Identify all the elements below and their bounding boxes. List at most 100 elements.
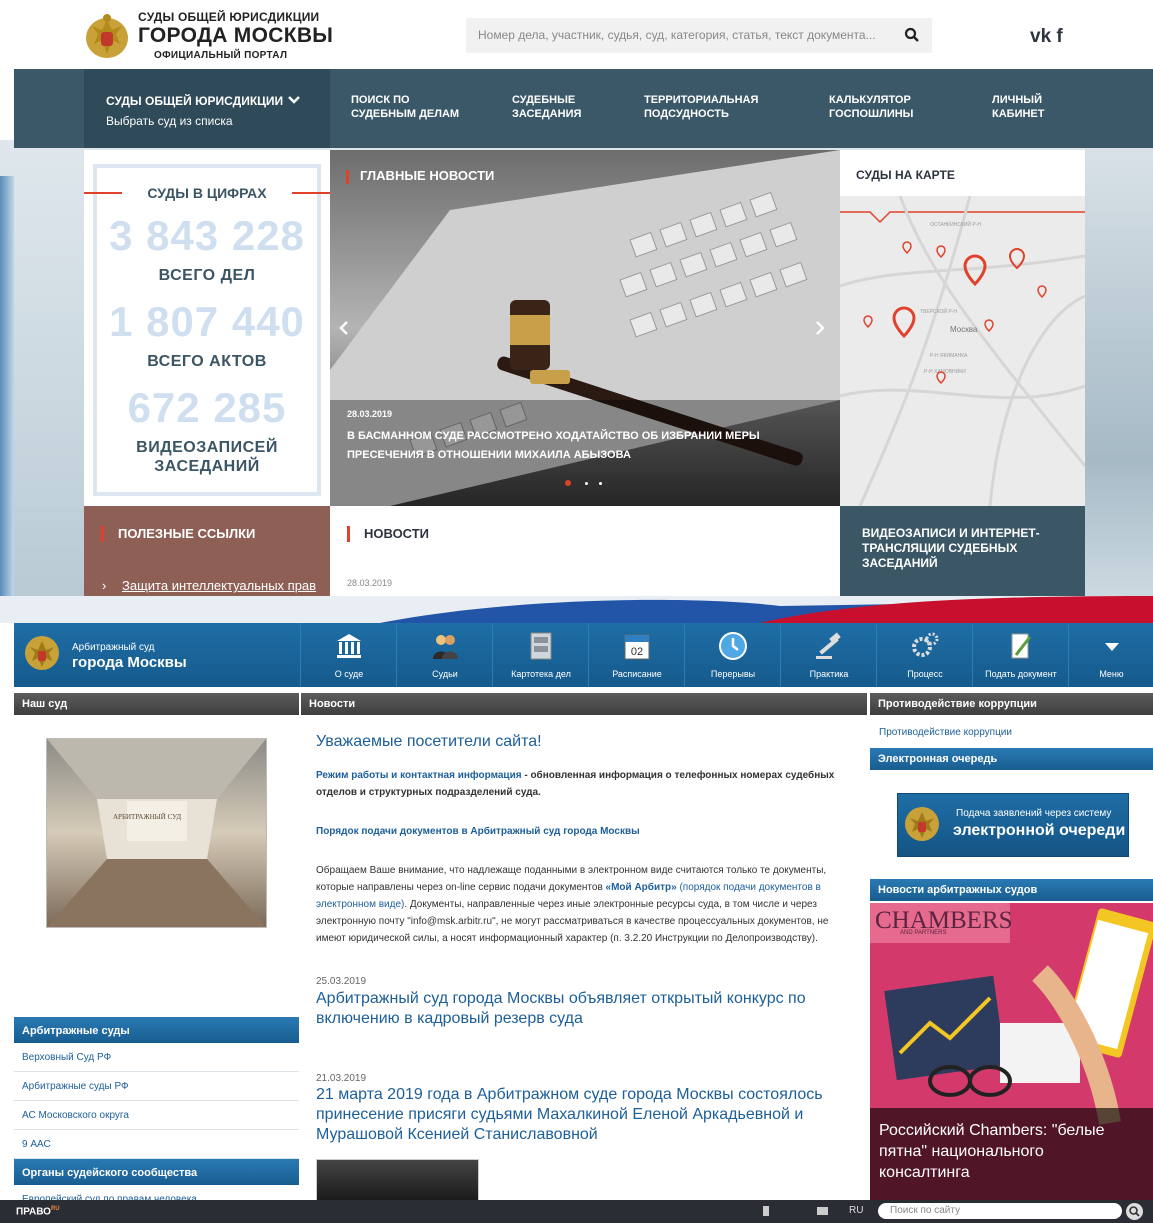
chevron-right-icon[interactable] <box>814 320 826 336</box>
chambers-promo[interactable]: CHAMBERS AND PARTNERS Российский Chamber… <box>870 903 1153 1200</box>
nav-label: КАБИНЕТ <box>992 108 1045 120</box>
mail-icon[interactable] <box>817 1207 828 1215</box>
link-supreme-court[interactable]: Верховный Суд РФ <box>22 1052 111 1063</box>
anticorruption-header: Противодействие коррупции <box>870 693 1153 715</box>
stats-video-label-1: ВИДЕОЗАПИСЕЙ <box>136 439 278 456</box>
slider-dot-active[interactable] <box>565 480 571 486</box>
nav-practice[interactable]: Практика <box>780 623 876 687</box>
language-switch[interactable]: RU <box>849 1205 863 1216</box>
link-e-filing-order-cont[interactable]: электронном виде) <box>316 899 404 910</box>
calendar-icon: 02 <box>622 631 652 661</box>
court-building-icon <box>334 631 364 661</box>
mobile-icon[interactable] <box>763 1206 769 1216</box>
caption-line: пятна" национального <box>879 1143 1044 1160</box>
arb-logo-big[interactable]: города Москвы <box>72 654 187 671</box>
news-block: НОВОСТИ 28.03.2019 <box>330 506 840 596</box>
link-contacts[interactable]: Режим работы и контактная информация <box>316 770 522 781</box>
link-arb-courts-rf[interactable]: Арбитражные суды РФ <box>22 1081 129 1092</box>
chevron-left-icon[interactable] <box>338 320 350 336</box>
list-item[interactable]: Арбитражные суды РФ <box>14 1072 299 1101</box>
main-news-headline-1[interactable]: В БАСМАННОМ СУДЕ РАССМОТРЕНО ХОДАТАЙСТВО… <box>347 430 760 442</box>
courts-map[interactable]: СУДЫ НА КАРТЕ ОСТАНКИНСКИЙ Р-Н ТВЕРСКОЙ … <box>840 150 1085 506</box>
site-search-input[interactable]: Поиск по сайту <box>878 1203 1122 1219</box>
nav-case-search[interactable]: ПОИСК ПО СУДЕБНЫМ ДЕЛАМ <box>351 93 459 121</box>
chevron-down-icon <box>288 96 300 104</box>
coat-of-arms-icon[interactable] <box>84 10 130 62</box>
accent-bar <box>346 170 349 184</box>
brand-text: ПРАВО <box>16 1206 51 1218</box>
video-title-2: ТРАНСЛЯЦИИ СУДЕБНЫХ <box>862 541 1018 555</box>
arb-nav: Арбитражный суд города Москвы О суде Суд… <box>14 623 1153 687</box>
list-item[interactable]: АС Московского округа <box>14 1101 299 1130</box>
text-fragment: электронную почту "info@msk.arbitr.ru", … <box>316 916 829 927</box>
logo-line-1[interactable]: СУДЫ ОБЩЕЙ ЮРИСДИКЦИИ <box>138 10 319 24</box>
pravo-logo[interactable]: ПРАВОRU <box>16 1206 60 1217</box>
video-streams-block[interactable]: ВИДЕОЗАПИСИ И ИНТЕРНЕТ- ТРАНСЛЯЦИИ СУДЕБ… <box>840 506 1085 596</box>
social-icons[interactable]: vk f <box>1030 26 1063 48</box>
nav-hearings[interactable]: СУДЕБНЫЕ ЗАСЕДАНИЯ <box>512 93 581 121</box>
useful-links: ПОЛЕЗНЫЕ ССЫЛКИ › Защита интеллектуальны… <box>84 506 330 596</box>
stats-video-number: 672 285 <box>127 384 287 431</box>
link-filing-order[interactable]: Порядок подачи документов в Арбитражный … <box>316 823 640 840</box>
arb-courts-header: Арбитражные суды <box>14 1017 299 1043</box>
nav-label: ТЕРРИТОРИАЛЬНАЯ <box>644 94 759 106</box>
gears-icon <box>910 631 940 661</box>
nav-submit-document[interactable]: Подать документ <box>972 623 1068 687</box>
link-anticorruption[interactable]: Противодействие коррупции <box>879 727 1012 738</box>
coat-of-arms-icon <box>904 806 940 842</box>
main-news-slider[interactable]: ГЛАВНЫЕ НОВОСТИ 28.03.2019 В БАСМАННОМ С… <box>330 150 840 506</box>
nav-personal-account[interactable]: ЛИЧНЫЙ КАБИНЕТ <box>992 93 1044 121</box>
nav-jurisdiction[interactable]: ТЕРРИТОРИАЛЬНАЯ ПОДСУДНОСТЬ <box>644 93 758 121</box>
link-e-filing-order[interactable]: (порядок подачи документов в <box>677 882 820 893</box>
list-item[interactable]: Верховный Суд РФ <box>14 1043 299 1072</box>
case-search-input[interactable]: Номер дела, участник, судья, суд, катего… <box>466 18 932 53</box>
nav-label: КАЛЬКУЛЯТОР <box>829 94 911 106</box>
news-date: 21.03.2019 <box>316 1073 367 1084</box>
judicial-community-header: Органы судейского сообщества <box>14 1159 299 1185</box>
link-my-arbitr[interactable]: «Мой Арбитр» <box>606 882 677 893</box>
nav-judges[interactable]: Судьи <box>396 623 492 687</box>
slider-dot[interactable] <box>585 482 588 485</box>
news-date: 28.03.2019 <box>347 578 393 588</box>
link-ip-protection[interactable]: Защита интеллектуальных прав <box>122 578 316 593</box>
map-label: ТВЕРСКОЙ Р-Н <box>920 307 957 315</box>
main-news-date: 28.03.2019 <box>347 409 393 419</box>
nav-about-court[interactable]: О суде <box>300 623 396 687</box>
news-thumbnail[interactable] <box>316 1159 479 1201</box>
slider-dot[interactable] <box>599 482 602 485</box>
courts-dropdown[interactable]: СУДЫ ОБЩЕЙ ЮРИСДИКЦИИ Выбрать суд из спи… <box>84 69 330 148</box>
search-icon[interactable] <box>1126 1203 1143 1220</box>
news-item-2-title[interactable]: 21 марта 2019 года в Арбитражном суде го… <box>316 1085 823 1145</box>
main-news-headline-2[interactable]: ПРЕСЕЧЕНИЯ В ОТНОШЕНИИ МИХАИЛА АБЫЗОВА <box>347 449 631 461</box>
nav-label: О суде <box>334 669 364 679</box>
stats-panel: СУДЫ В ЦИФРАХ 3 843 228 ВСЕГО ДЕЛ 1 807 … <box>84 150 330 506</box>
nav-case-files[interactable]: Картотека дел <box>492 623 588 687</box>
nav-label: Перерывы <box>710 669 756 679</box>
map-image: ОСТАНКИНСКИЙ Р-Н ТВЕРСКОЙ Р-Н Р-Н ХАМОВН… <box>840 196 1085 506</box>
nav-schedule[interactable]: 02 Расписание <box>588 623 684 687</box>
nav-fee-calculator[interactable]: КАЛЬКУЛЯТОР ГОСПОШЛИНЫ <box>829 93 913 121</box>
map-label: Р-Н ЯКИМАНКА <box>930 353 968 359</box>
nav-label: Картотека дел <box>511 669 571 679</box>
chambers-caption[interactable]: Российский Chambers: "белые пятна" нацио… <box>879 1120 1105 1183</box>
nav-label: СУДЕБНЫМ ДЕЛАМ <box>351 108 460 120</box>
news-item-1-title[interactable]: Арбитражный суд города Москвы объявляет … <box>316 989 806 1029</box>
e-queue-banner[interactable]: Подача заявлений через систему электронн… <box>897 793 1129 857</box>
nav-process[interactable]: Процесс <box>876 623 972 687</box>
nav-menu[interactable]: Меню <box>1068 623 1153 687</box>
caption-line: Российский Chambers: "белые <box>879 1122 1105 1139</box>
link-9-aas[interactable]: 9 ААС <box>22 1139 51 1150</box>
logo-title[interactable]: ГОРОДА МОСКВЫ <box>138 24 333 48</box>
list-item[interactable]: 9 ААС <box>14 1130 299 1159</box>
logo-subtitle[interactable]: ОФИЦИАЛЬНЫЙ ПОРТАЛ <box>154 50 287 61</box>
arb-logo-small[interactable]: Арбитражный суд <box>72 642 155 653</box>
courts-dropdown-title: СУДЫ ОБЩЕЙ ЮРИСДИКЦИИ <box>106 94 284 108</box>
courts-dropdown-sub: Выбрать суд из списка <box>106 114 233 128</box>
search-icon[interactable] <box>904 27 920 43</box>
video-title-1: ВИДЕОЗАПИСИ И ИНТЕРНЕТ- <box>862 526 1040 540</box>
coat-of-arms-icon[interactable] <box>24 635 60 671</box>
nav-label: ЗАСЕДАНИЯ <box>512 108 582 120</box>
link-moscow-district[interactable]: АС Московского округа <box>22 1110 129 1121</box>
title-line: Мурашовой Ксенией Станиславовной <box>316 1126 598 1143</box>
nav-breaks[interactable]: Перерывы <box>684 623 780 687</box>
